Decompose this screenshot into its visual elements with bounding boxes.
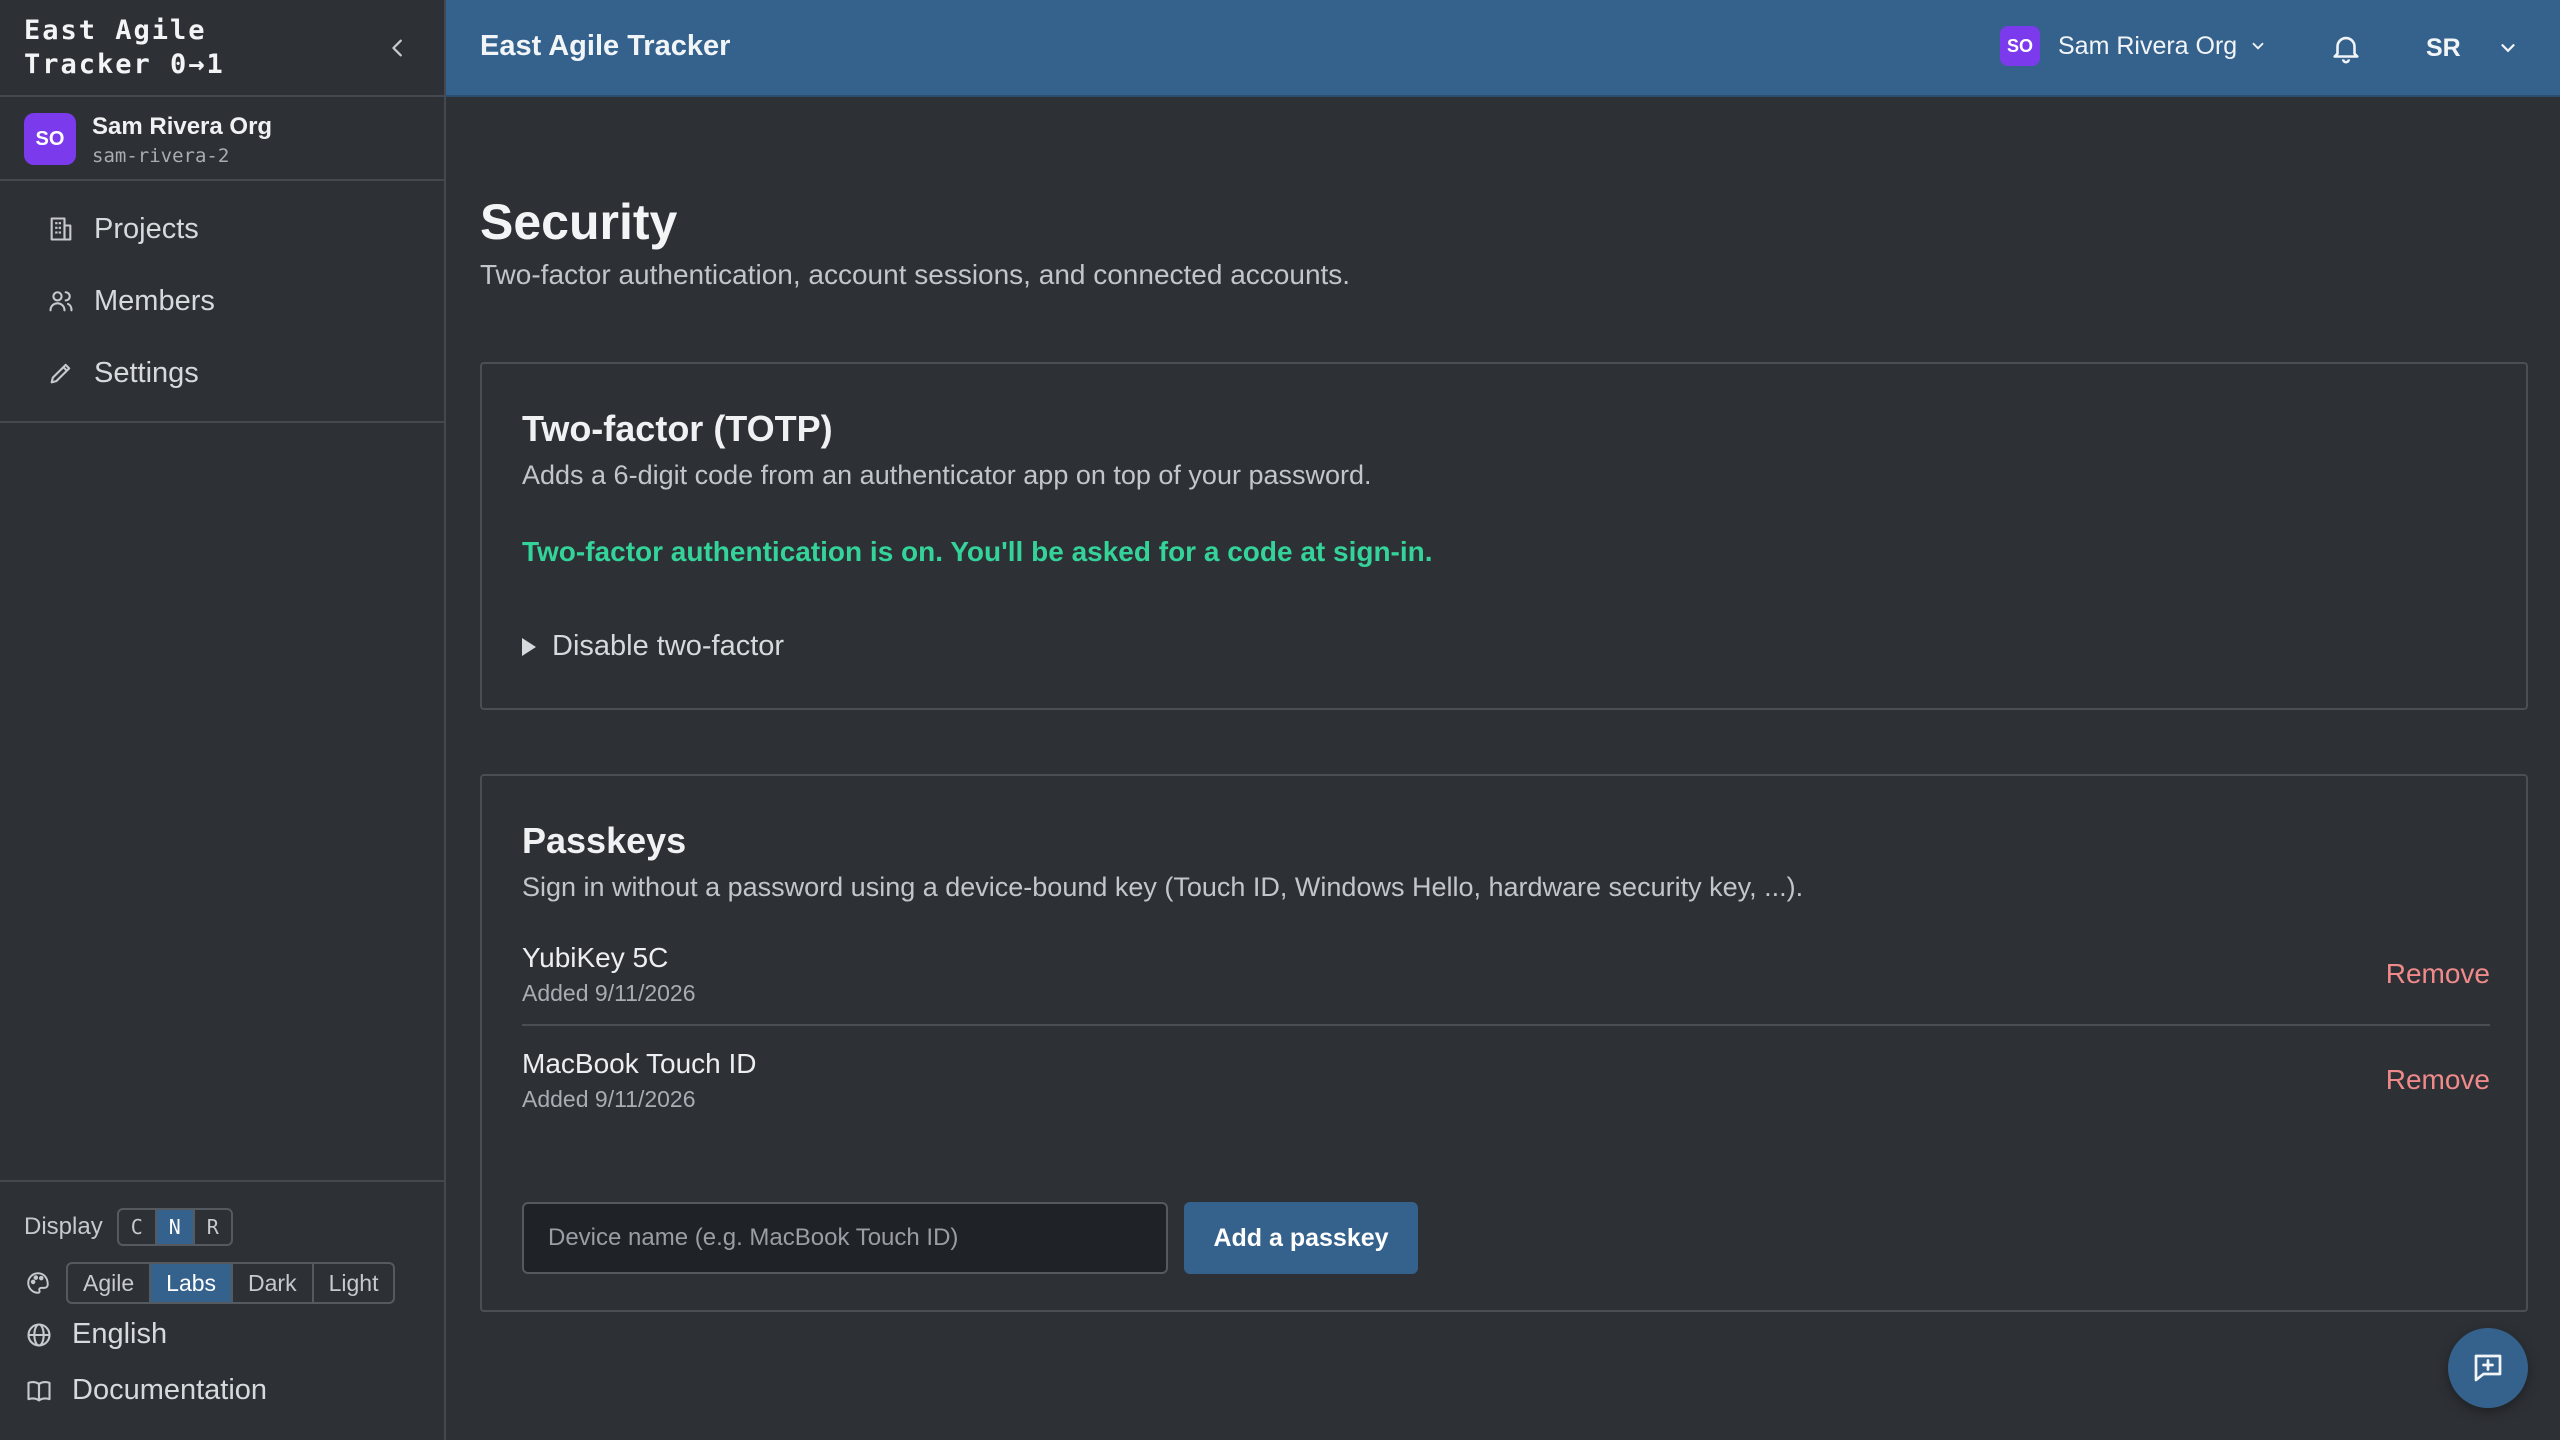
- passkey-row: MacBook Touch ID Added 9/11/2026 Remove: [522, 1028, 2490, 1132]
- remove-passkey-button[interactable]: Remove: [2386, 1064, 2490, 1096]
- top-bar: East Agile Tracker SO Sam Rivera Org SR: [446, 0, 2560, 97]
- totp-status: Two-factor authentication is on. You'll …: [522, 536, 1433, 567]
- documentation-label: Documentation: [72, 1374, 268, 1406]
- passkey-added-date: Added 9/11/2026: [522, 980, 696, 1006]
- org-name: Sam Rivera Org: [92, 113, 273, 140]
- passkeys-title: Passkeys: [522, 820, 687, 861]
- sidebar-nav: Projects Members Settings: [0, 181, 444, 423]
- chevron-left-icon: [392, 39, 402, 57]
- theme-option-agile[interactable]: Agile: [68, 1264, 152, 1302]
- message-plus-icon: [2474, 1354, 2502, 1382]
- totp-title: Two-factor (TOTP): [522, 408, 833, 449]
- main-content: Security Two-factor authentication, acco…: [446, 97, 2560, 1440]
- disable-two-factor-label: Disable two-factor: [552, 630, 785, 662]
- disable-two-factor-toggle[interactable]: Disable two-factor: [522, 630, 784, 663]
- org-avatar-small: SO: [2000, 26, 2040, 66]
- page-title: Security: [480, 194, 678, 250]
- sidebar-item-label: Members: [94, 284, 215, 317]
- disclosure-triangle-icon: [522, 637, 536, 656]
- pencil-icon: [46, 358, 76, 388]
- device-name-input[interactable]: [522, 1202, 1168, 1274]
- display-label: Display: [24, 1213, 103, 1240]
- sidebar: East Agile Tracker 0→1 SO Sam Rivera Org…: [0, 0, 446, 1440]
- users-icon: [46, 286, 76, 316]
- sidebar-item-label: Projects: [94, 212, 199, 245]
- documentation-link[interactable]: Documentation: [24, 1374, 267, 1407]
- language-selector[interactable]: English: [24, 1318, 167, 1351]
- org-avatar: SO: [24, 113, 76, 165]
- theme-option-labs[interactable]: Labs: [151, 1264, 234, 1302]
- passkey-added-date: Added 9/11/2026: [522, 1086, 696, 1112]
- remove-passkey-button[interactable]: Remove: [2386, 958, 2490, 990]
- passkeys-card: Passkeys Sign in without a password usin…: [480, 774, 2528, 1312]
- sidebar-org[interactable]: SO Sam Rivera Org sam-rivera-2: [0, 97, 444, 181]
- brand-line-2: Tracker 0→1: [24, 49, 225, 80]
- brand-header: East Agile Tracker 0→1: [0, 0, 444, 97]
- org-slug: sam-rivera-2: [92, 145, 230, 167]
- book-icon: [24, 1376, 54, 1406]
- sidebar-footer: Display C N R Agile Labs Dark Light Engl…: [0, 1180, 444, 1440]
- sidebar-item-label: Settings: [94, 356, 199, 389]
- user-menu[interactable]: SR: [2426, 26, 2519, 70]
- display-option-n[interactable]: N: [156, 1210, 195, 1244]
- brand-logo[interactable]: East Agile Tracker 0→1: [24, 14, 364, 82]
- passkeys-description: Sign in without a password using a devic…: [522, 872, 1804, 902]
- user-initials: SR: [2426, 33, 2461, 62]
- app-root: East Agile Tracker 0→1 SO Sam Rivera Org…: [0, 0, 2560, 1440]
- feedback-button[interactable]: [2448, 1328, 2528, 1408]
- passkey-name: YubiKey 5C: [522, 942, 669, 973]
- brand-line-1: East Agile: [24, 15, 207, 46]
- display-option-c[interactable]: C: [119, 1210, 157, 1244]
- sidebar-item-settings[interactable]: Settings: [0, 337, 444, 409]
- display-option-r[interactable]: R: [195, 1210, 231, 1244]
- collapse-sidebar-button[interactable]: [378, 28, 418, 68]
- display-segmented: C N R: [116, 1208, 233, 1246]
- bell-icon: [2333, 36, 2359, 64]
- totp-card: Two-factor (TOTP) Adds a 6-digit code fr…: [480, 362, 2528, 710]
- theme-option-light[interactable]: Light: [314, 1264, 394, 1302]
- globe-icon: [24, 1320, 54, 1350]
- passkey-name: MacBook Touch ID: [522, 1048, 757, 1079]
- building-icon: [46, 214, 76, 244]
- add-passkey-button[interactable]: Add a passkey: [1184, 1202, 1418, 1274]
- passkey-row: YubiKey 5C Added 9/11/2026 Remove: [522, 922, 2490, 1026]
- display-density-control: Display C N R: [24, 1208, 233, 1246]
- sidebar-item-members[interactable]: Members: [0, 265, 444, 337]
- theme-segmented: Agile Labs Dark Light: [66, 1262, 396, 1304]
- theme-control: Agile Labs Dark Light: [24, 1262, 396, 1304]
- chevron-down-icon: [2252, 42, 2264, 50]
- totp-description: Adds a 6-digit code from an authenticato…: [522, 460, 1372, 490]
- language-label: English: [72, 1318, 168, 1350]
- chevron-down-icon: [2501, 44, 2515, 53]
- palette-icon: [24, 1269, 52, 1297]
- notifications-button[interactable]: [2324, 26, 2368, 70]
- sidebar-item-projects[interactable]: Projects: [0, 193, 444, 265]
- app-title: East Agile Tracker: [480, 30, 731, 62]
- org-switcher[interactable]: SO Sam Rivera Org: [2000, 26, 2267, 66]
- page-subtitle: Two-factor authentication, account sessi…: [480, 259, 1351, 290]
- theme-option-dark[interactable]: Dark: [233, 1264, 314, 1302]
- org-switcher-label: Sam Rivera Org: [2058, 31, 2238, 60]
